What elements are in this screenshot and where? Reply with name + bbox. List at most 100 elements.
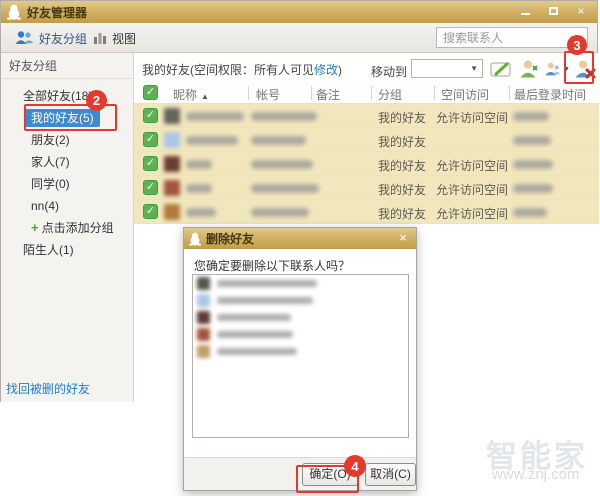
sidebar-item[interactable]: 同学(0) [1,173,133,195]
cancel-button[interactable]: 取消(C) [365,463,416,486]
group-cell: 我的好友 [378,205,426,222]
sidebar-item[interactable]: +点击添加分组 [1,217,133,239]
login-time-blur [513,112,549,121]
avatar [197,277,210,290]
account-blur [251,184,319,193]
contact-item[interactable] [193,292,408,309]
row-checkbox[interactable] [143,132,158,147]
penguin-icon [7,4,21,20]
close-button[interactable]: × [571,3,591,19]
column-separator [248,86,249,100]
maximize-button[interactable] [543,3,563,19]
sidebar-header: 好友分组 [1,53,133,79]
contact-name-blur [217,314,291,321]
view-label: 视图 [112,30,136,47]
sidebar-item-text: 朋友(2) [31,133,70,147]
column-header-text: 帐号 [256,88,280,102]
column-header[interactable]: 最后登录时间 [514,86,586,103]
avatar [164,132,180,148]
send-message-button[interactable] [488,56,514,82]
table-row[interactable]: 我的好友允许访问空间 [134,104,599,128]
step-3-badge: 3 [567,35,587,55]
sidebar-item-label: 朋友(2) [25,131,76,149]
friend-groups-button[interactable]: 好友分组 [15,23,87,53]
view-button[interactable]: 视图 [93,23,136,53]
contact-name-blur [217,280,317,287]
column-header-text: 分组 [378,88,402,102]
sidebar-item[interactable]: 陌生人(1) [1,239,133,261]
sidebar-item[interactable]: nn(4) [1,195,133,217]
column-header[interactable]: 空间访问 [441,86,489,103]
column-header-text: 最后登录时间 [514,88,586,102]
step-2-badge: 2 [86,90,107,111]
add-group-icon: + [31,220,39,235]
contact-item[interactable] [193,326,408,343]
table-row[interactable]: 我的好友 [134,128,599,152]
avatar [164,108,180,124]
access-cell: 允许访问空间 [436,109,508,126]
column-separator [434,86,435,100]
group-cell: 我的好友 [378,157,426,174]
add-friend-icon [518,58,540,80]
column-header-text: 备注 [316,88,340,102]
minimize-button[interactable] [515,3,535,19]
select-all-checkbox[interactable] [143,85,158,100]
row-checkbox[interactable] [143,156,158,171]
scope-suffix: ) [338,63,342,77]
login-time-blur [513,208,547,217]
dialog-title: 删除好友 [206,230,254,247]
penguin-icon [189,232,201,246]
column-header[interactable]: 昵称▲ [173,86,209,103]
login-time-blur [513,160,553,169]
recover-deleted-friends-link[interactable]: 找回被删的好友 [6,380,90,397]
contact-item[interactable] [193,309,408,326]
column-separator [509,86,510,100]
avatar [197,311,210,324]
row-checkbox[interactable] [143,204,158,219]
nickname-blur [186,184,212,193]
chevron-down-icon: ▼ [470,64,478,73]
contact-name-blur [217,348,297,355]
table-row[interactable]: 我的好友允许访问空间 [134,152,599,176]
move-to-label: 移动到 [371,63,407,80]
column-header[interactable]: 分组 [378,86,402,103]
scope-text: 我的好友(空间权限：所有人可见修改) [142,61,342,78]
login-time-blur [513,136,551,145]
move-to-dropdown[interactable]: ▼ [411,59,483,78]
dialog-message: 您确定要删除以下联系人吗？ [194,257,350,274]
nickname-blur [186,136,238,145]
send-message-icon [489,58,513,80]
window-titlebar: 好友管理器 × [1,1,597,23]
account-blur [251,208,309,217]
row-checkbox[interactable] [143,180,158,195]
modify-link[interactable]: 修改 [314,63,338,77]
column-header[interactable]: 帐号 [256,86,280,103]
avatar [197,328,210,341]
column-header[interactable]: 备注 [316,86,340,103]
group-cell: 我的好友 [378,181,426,198]
sidebar-item[interactable]: 家人(7) [1,151,133,173]
group-cell: 我的好友 [378,133,426,150]
sidebar-item-label: 陌生人(1) [17,241,80,259]
search-input[interactable] [436,27,588,48]
row-checkbox[interactable] [143,108,158,123]
sidebar-item-text: 点击添加分组 [42,221,114,235]
add-friend-button[interactable] [516,56,542,82]
sidebar-item-label: +点击添加分组 [25,219,120,237]
contact-item[interactable] [193,343,408,360]
scope-prefix: 我的好友(空间权限：所有人可见 [142,63,314,77]
watermark-url: www.znj.com [492,466,580,483]
avatar [197,345,210,358]
dialog-titlebar: 删除好友 × [184,228,416,249]
account-blur [251,136,306,145]
table-row[interactable]: 我的好友允许访问空间 [134,200,599,224]
contact-item[interactable] [193,275,408,292]
people-icon [15,30,34,46]
sidebar-item[interactable]: 朋友(2) [1,129,133,151]
sort-ascending-icon: ▲ [201,92,209,101]
dialog-close-button[interactable]: × [395,230,411,245]
account-blur [251,160,313,169]
contact-name-blur [217,331,293,338]
nickname-blur [186,112,244,121]
table-row[interactable]: 我的好友允许访问空间 [134,176,599,200]
